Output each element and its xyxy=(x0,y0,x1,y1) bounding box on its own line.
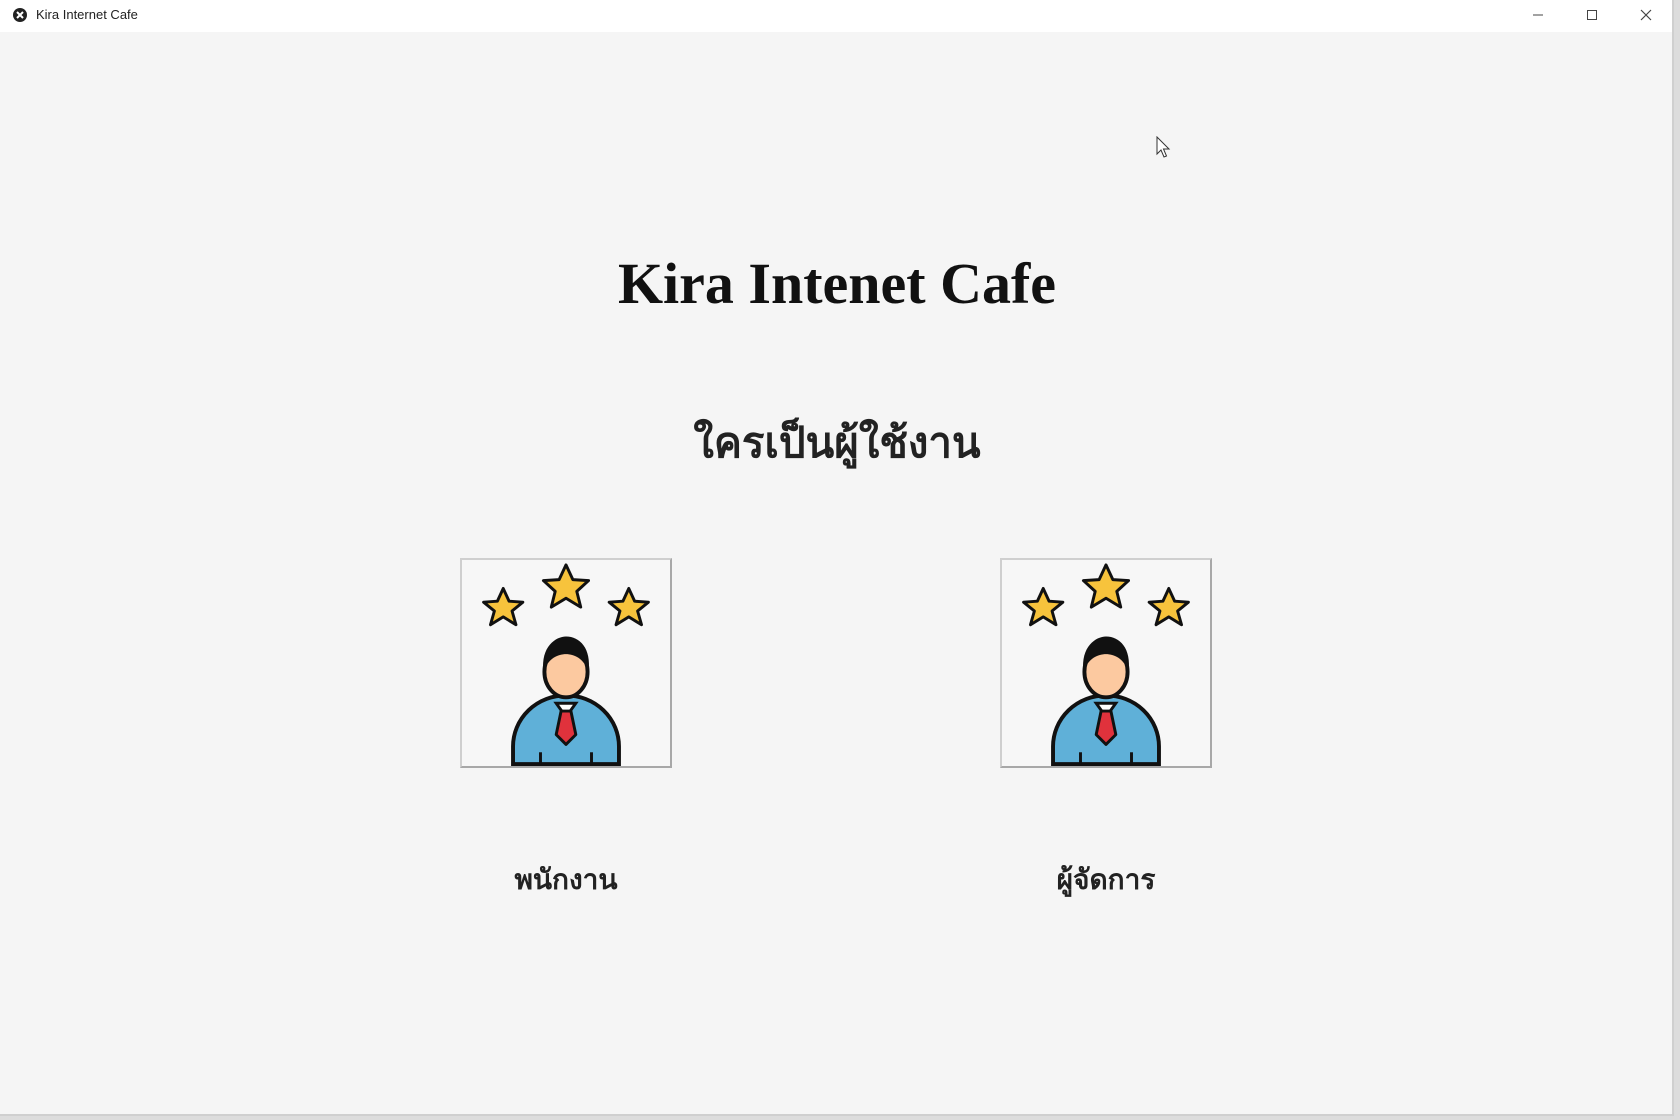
close-button[interactable] xyxy=(1620,0,1672,30)
title-bar[interactable]: Kira Internet Cafe xyxy=(0,0,1672,32)
minimize-icon xyxy=(1533,14,1543,16)
app-window: Kira Internet Cafe Kira Intenet Cafe ใคร… xyxy=(0,0,1674,1116)
employee-stars-icon xyxy=(1022,563,1190,766)
staff-role-button[interactable] xyxy=(460,558,672,768)
maximize-button[interactable] xyxy=(1566,0,1618,30)
close-icon xyxy=(1640,9,1652,21)
user-prompt: ใครเป็นผู้ใช้งาน xyxy=(693,418,981,467)
staff-role-label: พนักงาน xyxy=(514,863,618,896)
manager-role-button[interactable] xyxy=(1000,558,1212,768)
minimize-button[interactable] xyxy=(1512,0,1564,30)
mouse-cursor-icon xyxy=(1156,135,1172,160)
window-title: Kira Internet Cafe xyxy=(36,7,138,22)
maximize-icon xyxy=(1587,10,1597,20)
app-title: Kira Intenet Cafe xyxy=(617,251,1057,316)
manager-role-label: ผู้จัดการ xyxy=(1056,863,1156,896)
app-icon xyxy=(12,7,28,23)
employee-stars-icon xyxy=(482,563,650,766)
